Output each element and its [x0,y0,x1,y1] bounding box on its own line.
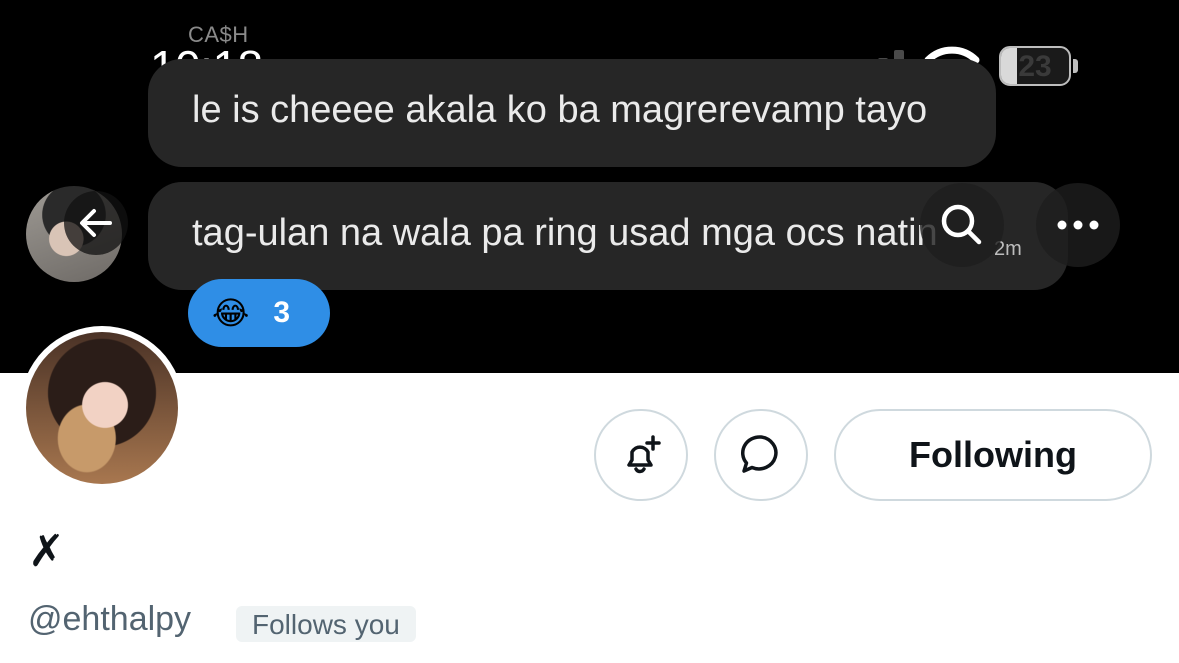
message-icon [741,435,778,473]
notifications-button[interactable] [594,409,688,501]
following-button[interactable]: Following [834,409,1152,501]
search-button[interactable] [920,183,1004,267]
more-icon [1057,220,1099,230]
profile-photo [26,332,178,484]
search-icon [941,204,982,245]
reaction-count: 3 [273,296,291,329]
message-button[interactable] [714,409,808,501]
message-bubble: le is cheeee akala ko ba magrerevamp tay… [148,59,996,167]
profile-banner[interactable]: CA$H 10:18 23 le is cheeee akala ko ba m… [0,0,1179,373]
battery-icon: 23 [999,46,1071,86]
back-arrow-icon [80,209,112,237]
battery-cap [1073,59,1078,73]
laughing-emoji-icon: 😂 [212,295,250,331]
notification-add-icon [627,435,661,474]
battery-percent: 23 [1018,50,1052,83]
message-text: le is cheeee akala ko ba magrerevamp tay… [192,89,928,131]
display-name: ✗ [28,527,65,576]
reaction-badge: 😂 3 [188,279,330,347]
back-button[interactable] [64,191,128,255]
following-label: Following [909,434,1077,475]
more-options-button[interactable] [1036,183,1120,267]
user-handle: @ehthalpy [28,600,192,638]
follows-you-badge: Follows you [236,606,416,642]
profile-avatar[interactable] [20,326,184,490]
message-text: tag-ulan na wala pa ring usad mga ocs na… [192,212,938,254]
